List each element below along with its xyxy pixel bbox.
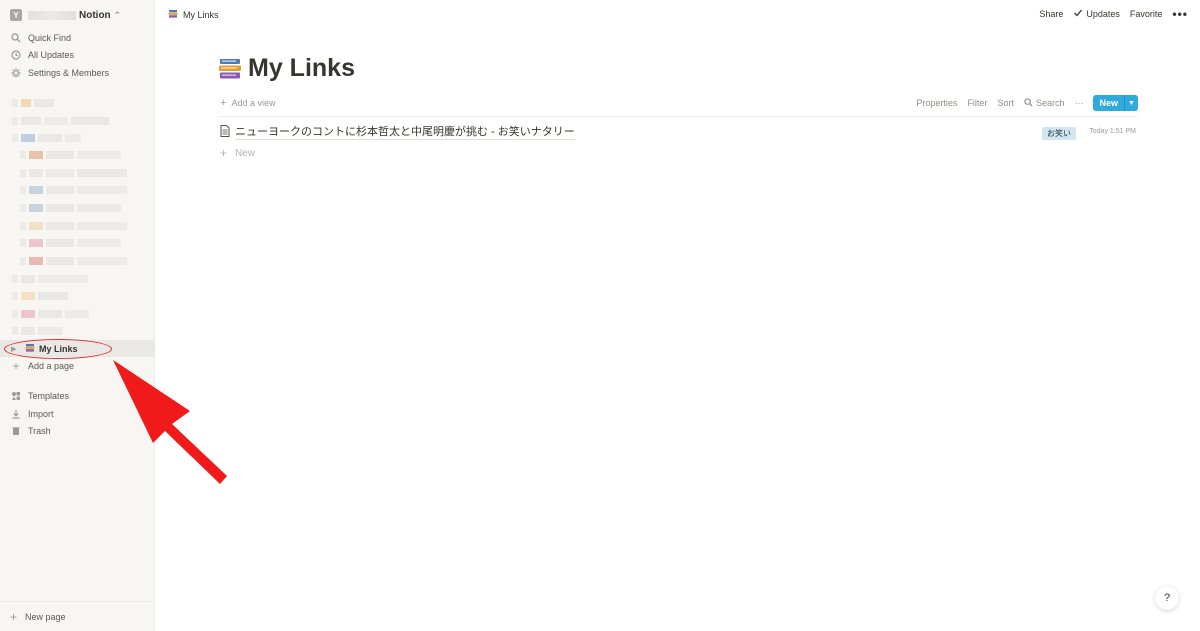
sidebar-item-trash[interactable]: Trash [10,423,150,439]
add-view-label: Add a view [231,98,276,108]
workspace-switcher[interactable]: Y Notion ⌃ [10,7,121,23]
sidebar-item-label: Import [28,409,54,419]
sort-button[interactable]: Sort [997,98,1014,108]
books-icon [25,343,35,355]
sidebar-page-redacted[interactable] [12,98,54,108]
share-button[interactable]: Share [1039,9,1063,19]
chevron-updown-icon: ⌃ [113,9,122,20]
filter-button[interactable]: Filter [967,98,987,108]
sidebar-page-redacted[interactable] [12,274,88,284]
new-label: New [1099,98,1118,108]
workspace-avatar: Y [10,9,22,21]
new-record-button[interactable]: New ▼ [1093,95,1138,111]
expand-triangle-icon[interactable]: ▶ [11,345,21,353]
new-row-button[interactable]: + New [220,146,255,160]
sidebar-item-label: Quick Find [28,33,72,43]
topbar: My Links Share Updates Favorite ••• [155,0,1200,30]
search-icon [1024,97,1033,109]
sidebar-page-redacted[interactable] [20,150,121,160]
chevron-down-icon[interactable]: ▼ [1124,95,1138,111]
add-page-label: Add a page [28,361,75,371]
tag-badge[interactable]: お笑い [1042,127,1076,140]
sidebar-item-label: My Links [39,343,78,354]
new-page-label: New page [25,611,66,622]
sidebar-item-all-updates[interactable]: All Updates [10,47,150,63]
help-button[interactable]: ? [1155,586,1179,610]
plus-icon: + [10,609,18,624]
sidebar-page-redacted[interactable] [12,116,109,126]
updates-label: Updates [1086,9,1120,19]
new-row-label: New [235,147,256,159]
gear-icon [10,67,22,79]
sidebar: Y Notion ⌃ Quick Find All Updates Settin… [0,0,155,631]
database-toolbar: + Add a view Properties Filter Sort Sear… [218,95,1138,117]
workspace-name-redacted [28,10,76,20]
new-page-button[interactable]: + New page [0,601,155,631]
sidebar-item-settings[interactable]: Settings & Members [10,65,150,81]
search-label: Search [1035,98,1065,108]
check-icon [1073,8,1083,20]
sidebar-page-redacted[interactable] [12,133,81,143]
workspace-name: Notion [79,9,111,21]
sidebar-item-label: All Updates [28,50,75,60]
sidebar-item-my-links[interactable]: ▶ My Links [0,340,155,357]
sidebar-page-redacted[interactable] [12,309,89,319]
plus-icon: + [12,359,20,373]
sidebar-item-quick-find[interactable]: Quick Find [10,30,150,46]
top-actions: Share Updates Favorite ••• [1039,8,1188,20]
sidebar-item-import[interactable]: Import [10,406,150,422]
document-icon [220,124,230,142]
sidebar-item-templates[interactable]: Templates [10,388,150,404]
favorite-button[interactable]: Favorite [1130,9,1163,19]
clock-icon [10,49,22,61]
import-icon [10,408,22,420]
trash-icon [10,425,22,437]
breadcrumb-label: My Links [183,10,219,20]
sidebar-item-label: Settings & Members [28,68,110,78]
sidebar-item-label: Trash [28,426,51,436]
row-timestamp: Today 1:51 PM [1089,128,1136,135]
plus-icon: + [220,97,227,109]
sidebar-page-redacted[interactable] [12,291,68,301]
sidebar-page-redacted[interactable] [20,238,121,248]
plus-icon: + [220,146,228,160]
properties-button[interactable]: Properties [916,98,957,108]
search-icon [10,32,22,44]
add-page-button[interactable]: + Add a page [10,358,150,374]
sidebar-page-redacted[interactable] [20,203,121,213]
more-icon[interactable]: ··· [1074,98,1083,108]
search-button[interactable]: Search [1024,97,1065,109]
books-icon [168,9,178,21]
sidebar-item-label: Templates [28,391,70,401]
updates-button[interactable]: Updates [1073,8,1120,20]
sidebar-page-redacted[interactable] [20,168,127,178]
sidebar-page-redacted[interactable] [20,256,127,266]
sidebar-page-redacted[interactable] [20,185,127,195]
add-view-button[interactable]: + Add a view [220,97,275,109]
breadcrumb[interactable]: My Links [168,8,219,22]
sidebar-page-redacted[interactable] [20,221,127,231]
page-title-text: My Links [248,54,355,82]
more-options-icon[interactable]: ••• [1172,8,1188,20]
page-title[interactable]: My Links [218,54,355,83]
view-actions: Properties Filter Sort Search ··· New ▼ [916,95,1138,111]
books-icon[interactable] [218,57,242,81]
table-row[interactable]: ニューヨークのコントに杉本哲太と中尾明慶が挑む - お笑いナタリー お笑い To… [218,124,1138,142]
templates-icon [10,390,22,402]
sidebar-page-redacted[interactable] [12,326,62,336]
row-title[interactable]: ニューヨークのコントに杉本哲太と中尾明慶が挑む - お笑いナタリー [235,126,575,140]
